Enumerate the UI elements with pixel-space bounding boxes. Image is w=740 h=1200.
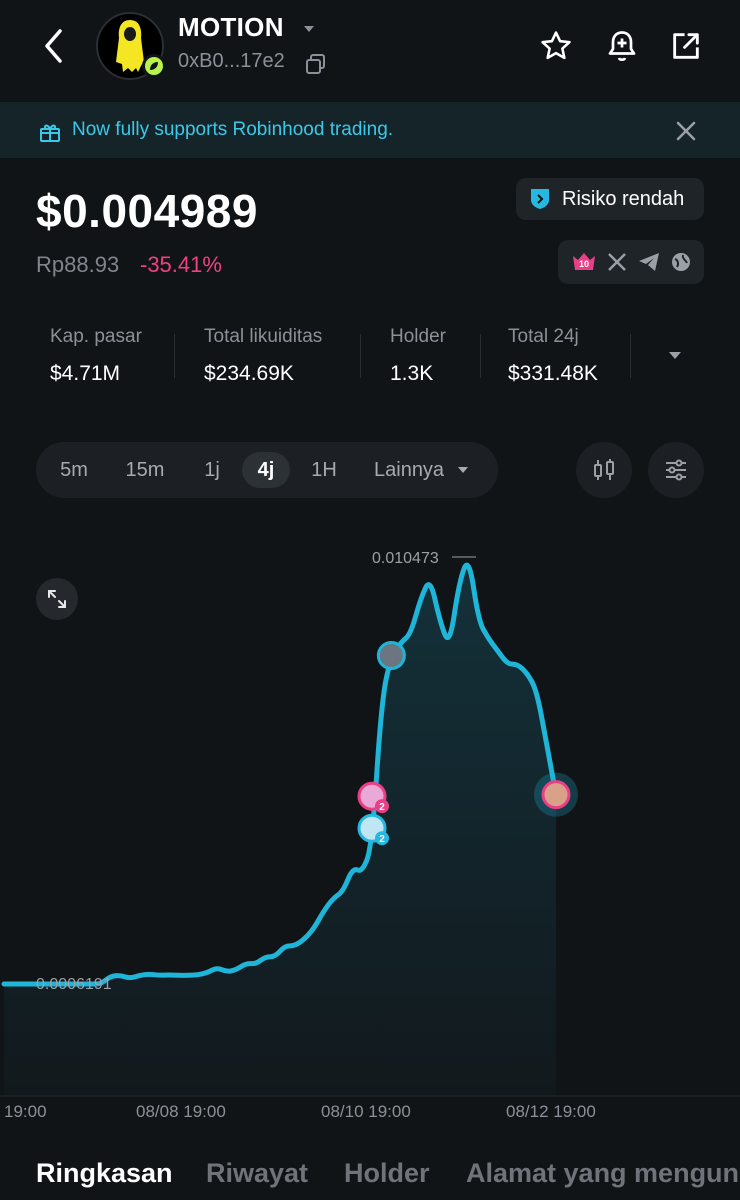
price-change: -35.41% [140,252,222,277]
bottom-tab-bar: Ringkasan Riwayat Holder Alamat yang men… [0,1150,740,1200]
announcement-banner: Now fully supports Robinhood trading. [0,102,740,158]
expand-stats-caret-icon[interactable] [666,348,684,362]
star-icon [541,31,571,60]
token-address: 0xB0...17e2 [178,50,285,72]
stat-label: Kap. pasar [50,326,142,347]
x-tick-label: 08/08 19:00 [136,1102,226,1121]
close-icon [676,121,696,141]
chart-max-label: 0.010473 [372,550,439,567]
marker-count: 2 [379,834,385,845]
copy-icon[interactable] [304,52,328,76]
price-chart[interactable]: 0.010473 0.0006191 2 2 [0,520,740,1130]
x-tick-label: 08/10 19:00 [321,1102,411,1121]
website-icon[interactable] [670,251,692,273]
close-banner-button[interactable] [672,117,700,145]
trader-avatar-circle [376,641,406,671]
stat-holders: Holder 1.3K [390,326,446,386]
bell-plus-icon [608,31,636,62]
tab-ringkasan[interactable]: Ringkasan [36,1158,173,1189]
sliders-icon [666,459,686,481]
tf-15m[interactable]: 15m [116,452,174,488]
tf-5m[interactable]: 5m [50,452,98,488]
price-idr: Rp88.93 [36,252,120,277]
stat-liquidity: Total likuiditas $234.69K [204,326,322,386]
shield-icon [528,187,552,211]
caret-down-icon[interactable] [302,22,316,36]
tf-1j[interactable]: 1j [194,452,230,488]
divider [360,334,361,378]
crown-badge[interactable]: 10 [571,250,597,274]
risk-label: Risiko rendah [562,187,685,210]
gift-icon [38,120,62,144]
stat-value: $331.48K [508,362,598,385]
divider [480,334,481,378]
back-button[interactable] [34,24,74,68]
tab-riwayat[interactable]: Riwayat [206,1158,308,1189]
x-icon[interactable] [606,251,628,273]
stat-market-cap: Kap. pasar $4.71M [50,326,142,386]
verified-leaf-badge [142,54,166,78]
divider [630,334,631,378]
chevron-left-icon [45,29,62,63]
fullscreen-button[interactable] [36,578,78,620]
trader-avatar-circle [541,780,571,810]
timeframe-selector: 5m 15m 1j 4j 1H Lainnya [36,442,498,498]
social-links: 10 [558,240,704,284]
stat-volume-24h: Total 24j $331.48K [508,326,598,386]
stat-value: $4.71M [50,362,121,385]
tab-alamat[interactable]: Alamat yang mengun [466,1158,739,1189]
stat-label: Total 24j [508,326,579,347]
tf-more-label: Lainnya [374,459,445,481]
candlestick-icon [594,459,614,480]
share-button[interactable] [666,26,706,66]
x-tick-label: 08/12 19:00 [506,1102,596,1121]
stat-label: Total likuiditas [204,326,323,347]
tf-1h[interactable]: 1H [302,452,346,488]
crown-badge-count: 10 [578,259,588,269]
telegram-icon[interactable] [637,251,661,273]
tab-holder[interactable]: Holder [344,1158,430,1189]
add-alert-button[interactable] [602,26,642,66]
chart-min-label: 0.0006191 [36,976,112,993]
caret-down-icon [457,467,468,473]
tf-more-dropdown[interactable]: Lainnya [366,452,486,488]
price-usd: $0.004989 [36,185,258,237]
chart-settings-button[interactable] [648,442,704,498]
token-name[interactable]: MOTION [178,12,284,43]
marker-count: 2 [379,802,385,813]
favorite-star-button[interactable] [536,26,576,66]
chart-type-button[interactable] [576,442,632,498]
trader-avatar-current[interactable] [534,772,578,817]
stat-value: 1.3K [390,362,434,385]
trader-avatar-top[interactable] [376,641,406,671]
share-icon [673,33,699,59]
divider [174,334,175,378]
banner-text[interactable]: Now fully supports Robinhood trading. [72,119,393,141]
stat-value: $234.69K [204,362,294,385]
chart-area-fill [4,565,556,1096]
risk-badge[interactable]: Risiko rendah [516,178,704,220]
x-tick-label: 19:00 [4,1102,47,1121]
token-avatar[interactable] [96,12,166,80]
expand-icon [48,590,66,608]
tf-4j[interactable]: 4j [242,452,290,488]
stat-label: Holder [390,326,446,347]
